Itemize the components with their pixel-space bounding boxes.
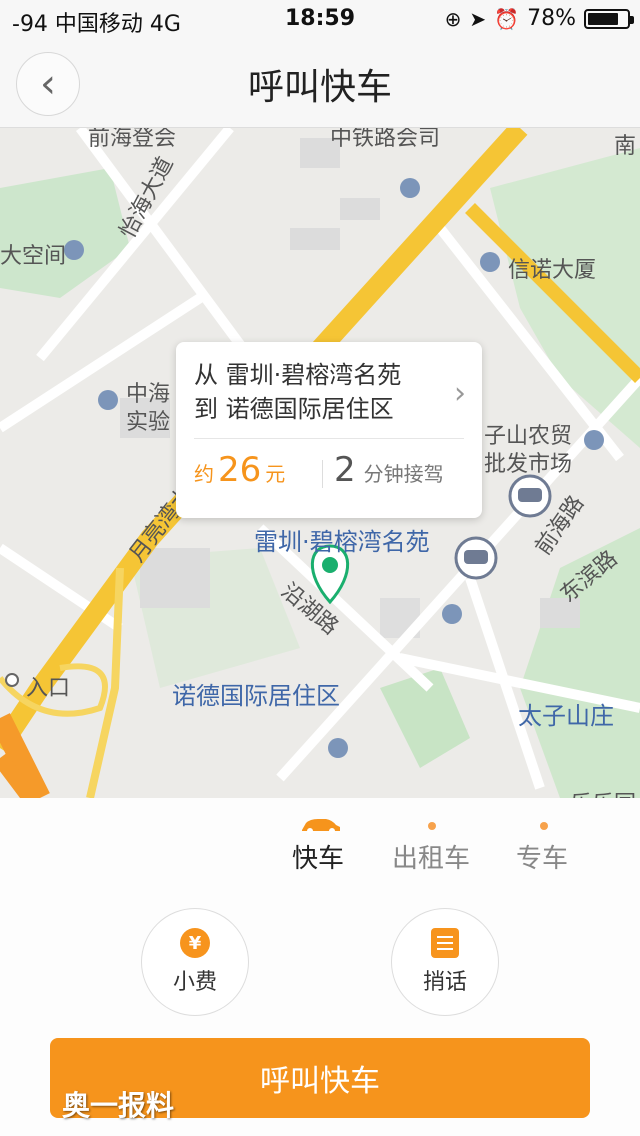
tab-dot <box>540 822 548 830</box>
nav-bar: ‹ 呼叫快车 <box>0 40 640 128</box>
origin-label: 雷圳·碧榕湾名苑 <box>254 528 430 556</box>
call-button-label: 呼叫快车 <box>260 1064 380 1099</box>
alarm-icon: ⏰ <box>494 6 520 31</box>
poi-icon <box>98 390 118 410</box>
chevron-right-icon: › <box>454 376 466 411</box>
price-value: 26 <box>218 450 262 490</box>
building <box>290 228 340 250</box>
building <box>340 198 380 220</box>
bus-stop-icon <box>328 738 348 758</box>
car-marker-icon <box>508 474 552 518</box>
bottom-panel: 快车 出租车 专车 ¥ 小费 捎话 呼叫快车 奥一报料 <box>0 798 640 1136</box>
price-estimate: 约 26 元 <box>194 450 285 490</box>
note-icon <box>431 928 459 958</box>
eta-text: 分钟接驾 <box>363 462 444 486</box>
bus-stop-icon <box>400 178 420 198</box>
message-label: 捎话 <box>422 970 467 995</box>
battery-icon <box>584 8 634 29</box>
tip-label: 小费 <box>172 970 217 995</box>
map-label: 乐乐园 <box>570 786 636 798</box>
route-info-card[interactable]: 从 雷圳·碧榕湾名苑 到 诺德国际居住区 › 约 26 元 2 分钟接驾 <box>176 342 482 518</box>
battery-fill <box>588 12 618 25</box>
route-to: 到 诺德国际居住区 <box>194 395 394 423</box>
bus-stop-icon <box>442 604 462 624</box>
status-bar: -94 中国移动 4G 18:59 ⊕ ➤ ⏰ 78% <box>0 0 640 40</box>
map-label: 南 <box>614 134 637 159</box>
tab-premier[interactable]: 专车 <box>516 838 568 875</box>
tip-button[interactable]: ¥ 小费 <box>141 908 249 1016</box>
map-label: 大空间 <box>0 244 67 269</box>
location-arrow-icon: ➤ <box>469 6 487 31</box>
page-title: 呼叫快车 <box>247 67 392 108</box>
map-label: 信诺大厦 <box>508 258 597 283</box>
car-icon <box>302 819 340 834</box>
poi-icon <box>64 240 84 260</box>
map-label: 批发市场 <box>484 452 573 477</box>
car-marker-icon <box>454 536 498 580</box>
destination-label: 诺德国际居住区 <box>172 682 340 710</box>
route-from: 从 雷圳·碧榕湾名苑 <box>194 361 402 389</box>
eta-value: 2 <box>334 450 356 490</box>
yuan-icon: ¥ <box>180 928 210 958</box>
map-label: 实验 <box>126 410 171 435</box>
pickup-eta: 2 分钟接驾 <box>334 450 444 490</box>
route-text: 从 雷圳·碧榕湾名苑 到 诺德国际居住区 <box>194 358 401 426</box>
battery-percent: 78% <box>527 6 576 31</box>
price-unit: 元 <box>265 462 286 486</box>
watermark: 奥一报料 <box>62 1089 175 1122</box>
card-divider <box>194 438 464 439</box>
message-button[interactable]: 捎话 <box>391 908 499 1016</box>
tab-taxi[interactable]: 出租车 <box>392 838 470 875</box>
map-label: 太子山庄 <box>518 702 614 730</box>
map-label: 入口 <box>26 676 71 701</box>
map-label: 中铁路会司 <box>330 128 441 151</box>
status-icons: ⊕ ➤ ⏰ 78% <box>444 6 634 31</box>
poi-icon <box>584 430 604 450</box>
orientation-lock-icon: ⊕ <box>444 6 462 31</box>
entrance-icon <box>5 673 19 687</box>
map-label: 前海登会 <box>88 128 177 151</box>
poi-icon <box>480 252 500 272</box>
price-prefix: 约 <box>194 462 214 486</box>
tab-dot <box>428 822 436 830</box>
card-separator <box>322 460 323 488</box>
tab-express[interactable]: 快车 <box>292 838 344 875</box>
service-tabs: 快车 出租车 专车 <box>0 798 640 888</box>
